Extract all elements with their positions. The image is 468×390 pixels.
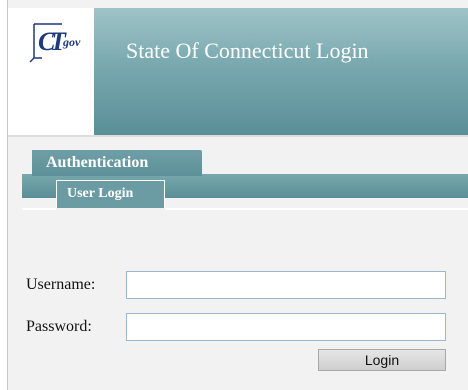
svg-text:gov: gov	[62, 35, 81, 49]
login-button[interactable]: Login	[318, 349, 446, 371]
tab-authentication-label: Authentication	[46, 154, 149, 171]
username-label: Username:	[26, 276, 96, 293]
ctgov-logo: C T gov	[29, 23, 81, 63]
username-input[interactable]	[126, 271, 446, 299]
page-title: State Of Connecticut Login	[126, 38, 369, 63]
header-divider	[8, 135, 468, 137]
tab-authentication[interactable]: Authentication	[32, 150, 202, 176]
tab-underline-left	[22, 208, 56, 210]
password-input[interactable]	[126, 313, 446, 341]
password-label: Password:	[26, 318, 92, 335]
tab-underline-right	[165, 208, 468, 210]
subtab-user-login[interactable]: User Login	[56, 180, 165, 208]
subtab-user-login-label: User Login	[67, 186, 134, 201]
logo-area: C T gov	[8, 8, 94, 135]
site-header: C T gov State Of Connecticut Login	[8, 8, 468, 135]
header-banner: State Of Connecticut Login	[94, 8, 468, 135]
